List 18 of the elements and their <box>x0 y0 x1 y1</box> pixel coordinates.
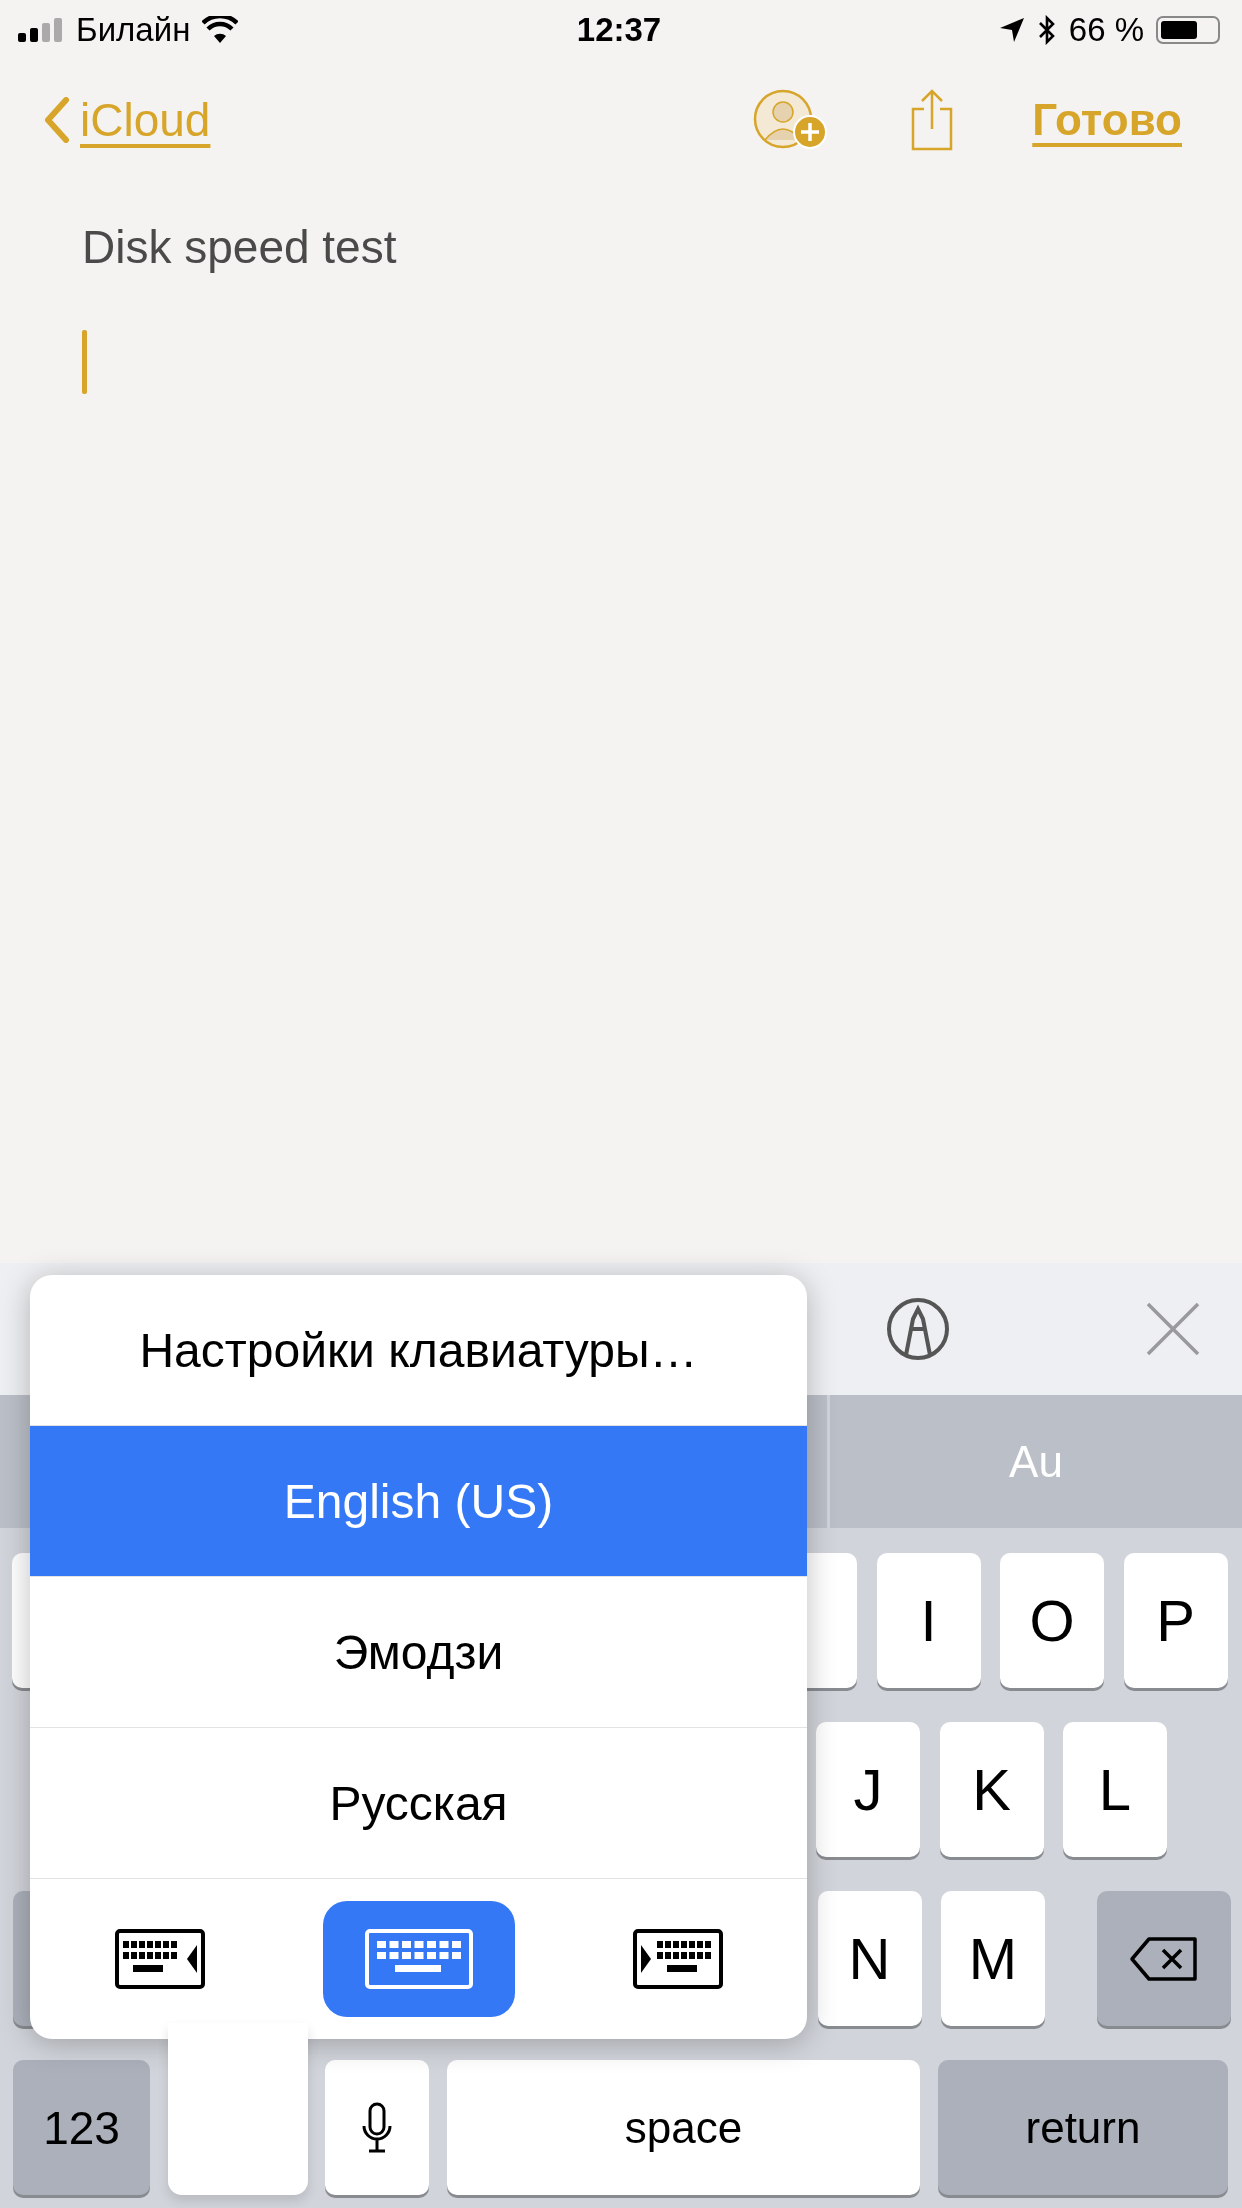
keyboard-key[interactable]: O <box>1000 1553 1104 1688</box>
numbers-key[interactable]: 123 <box>13 2060 150 2195</box>
note-title: Disk speed test <box>82 220 398 274</box>
menu-item[interactable]: English (US) <box>30 1426 807 1577</box>
keyboard-key[interactable]: I <box>876 1553 981 1688</box>
menu-item[interactable]: Эмодзи <box>30 1577 807 1728</box>
space-key[interactable]: space <box>447 2060 920 2195</box>
menu-item[interactable]: Русская <box>30 1728 807 1879</box>
carrier-name: Билайн <box>76 11 191 49</box>
return-key[interactable]: return <box>938 2060 1228 2195</box>
keyboard-key[interactable]: N <box>817 1891 922 2026</box>
keyboard-key[interactable]: J <box>816 1722 920 1857</box>
keyboard-key[interactable]: P <box>1123 1553 1228 1688</box>
keyboard-key[interactable]: M <box>941 1891 1045 2026</box>
status-time: 12:37 <box>576 11 662 49</box>
keyboard-key[interactable]: K <box>939 1722 1044 1857</box>
keyboard-key[interactable]: L <box>1063 1722 1167 1857</box>
battery-percent: 66 % <box>1068 11 1144 49</box>
